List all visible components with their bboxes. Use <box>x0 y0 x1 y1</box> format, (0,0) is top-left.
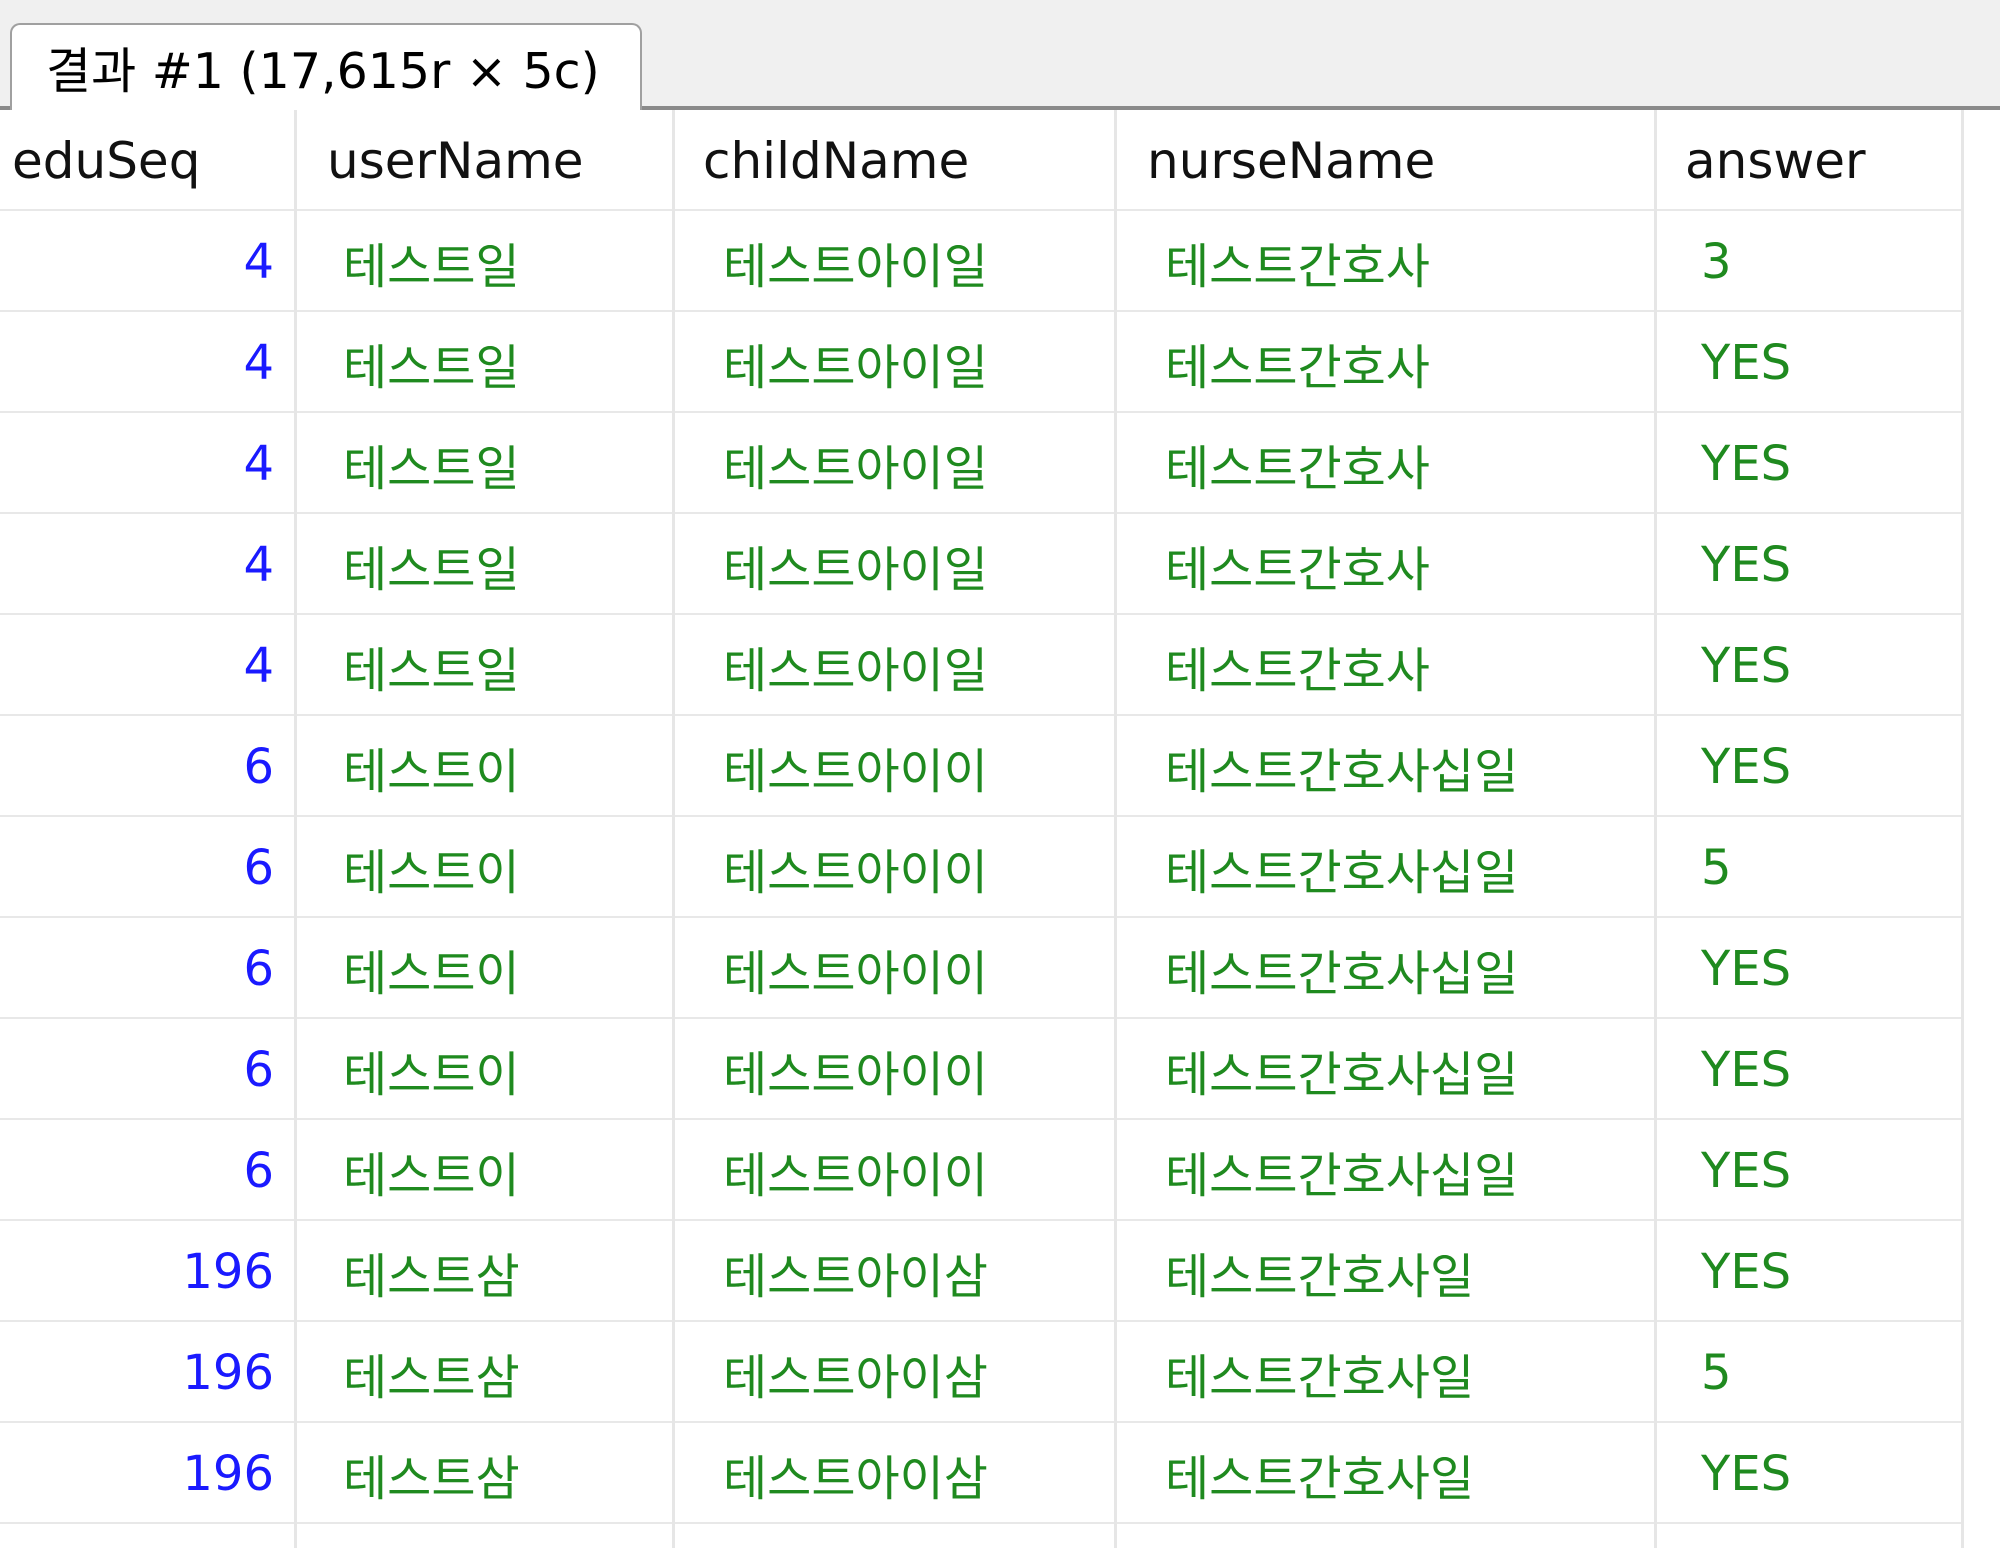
cell-nursename[interactable]: 테스트간호사십일 <box>1117 716 1657 817</box>
cell-username[interactable]: 테스트삼 <box>297 1423 675 1524</box>
cell-answer[interactable]: 5 <box>1657 1322 1964 1423</box>
cell-answer[interactable]: YES <box>1657 615 1964 716</box>
cell-childname[interactable]: 테스트아이일 <box>675 615 1117 716</box>
cell-eduseq[interactable]: 4 <box>0 514 297 615</box>
cell-answer[interactable]: YES <box>1657 1120 1964 1221</box>
cell-childname[interactable]: 테스트아이삼 <box>675 1221 1117 1322</box>
cell-childname[interactable]: 테스트아이일 <box>675 211 1117 312</box>
cell-username[interactable]: 테스트일 <box>297 413 675 514</box>
cell-nursename[interactable]: 테스트간호사 <box>1117 615 1657 716</box>
cell-nursename[interactable]: 테스트간호사 <box>1117 514 1657 615</box>
cell-nursename[interactable]: 테스트간호사십일 <box>1117 817 1657 918</box>
cell-nursename[interactable]: 테스트간호사일 <box>1117 1423 1657 1524</box>
cell-eduseq[interactable]: 6 <box>0 918 297 1019</box>
result-tab[interactable]: 결과 #1 (17,615r × 5c) <box>10 23 642 110</box>
table-row[interactable]: 4 테스트일 테스트아이일 테스트간호사 YES <box>0 514 1964 615</box>
cell-childname[interactable]: 테스트아이일 <box>675 312 1117 413</box>
table-row[interactable]: 196 테스트삼 테스트아이삼 테스트간호사일 YES <box>0 1221 1964 1322</box>
cell-eduseq[interactable]: 196 <box>0 1322 297 1423</box>
header-row: eduSeq userName childName nurseName answ… <box>0 110 1964 211</box>
cell-eduseq[interactable]: 6 <box>0 817 297 918</box>
cell-nursename[interactable]: 테스트간호사십일 <box>1117 1120 1657 1221</box>
table-row[interactable]: 6 테스트이 테스트아이이 테스트간호사십일 YES <box>0 918 1964 1019</box>
cell-eduseq[interactable]: 6 <box>0 1019 297 1120</box>
cell-childname[interactable]: 테스트아이이 <box>675 716 1117 817</box>
table-row[interactable]: 196 테스트삼 테스트아이삼 테스트간호사일 5 <box>0 1322 1964 1423</box>
cell-username[interactable]: 테스트이 <box>297 1019 675 1120</box>
cell-username[interactable]: 테스트이 <box>297 918 675 1019</box>
cell-eduseq[interactable]: 6 <box>0 716 297 817</box>
cell-childname[interactable]: 테스트아이이 <box>675 1019 1117 1120</box>
cell-eduseq[interactable]: 6 <box>0 1120 297 1221</box>
cell-eduseq[interactable]: 4 <box>0 312 297 413</box>
cell-nursename[interactable]: 테스트간호사일 <box>1117 1221 1657 1322</box>
cell-eduseq[interactable]: 4 <box>0 413 297 514</box>
results-grid[interactable]: eduSeq userName childName nurseName answ… <box>0 110 2000 1548</box>
cell-eduseq[interactable] <box>0 1524 297 1548</box>
cell-answer[interactable]: YES <box>1657 1423 1964 1524</box>
cell-childname[interactable]: 테스트아이이 <box>675 817 1117 918</box>
table-row[interactable]: 4 테스트일 테스트아이일 테스트간호사 3 <box>0 211 1964 312</box>
cell-childname[interactable] <box>675 1524 1117 1548</box>
table-row[interactable] <box>0 1524 1964 1548</box>
cell-username[interactable]: 테스트일 <box>297 312 675 413</box>
table-row[interactable]: 6 테스트이 테스트아이이 테스트간호사십일 YES <box>0 1120 1964 1221</box>
table-row[interactable]: 4 테스트일 테스트아이일 테스트간호사 YES <box>0 413 1964 514</box>
column-header-eduseq[interactable]: eduSeq <box>0 110 297 211</box>
table-row[interactable]: 6 테스트이 테스트아이이 테스트간호사십일 YES <box>0 1019 1964 1120</box>
column-header-nursename[interactable]: nurseName <box>1117 110 1657 211</box>
cell-nursename[interactable]: 테스트간호사 <box>1117 312 1657 413</box>
table-row[interactable]: 6 테스트이 테스트아이이 테스트간호사십일 5 <box>0 817 1964 918</box>
table-row[interactable]: 196 테스트삼 테스트아이삼 테스트간호사일 YES <box>0 1423 1964 1524</box>
cell-childname[interactable]: 테스트아이삼 <box>675 1423 1117 1524</box>
cell-nursename[interactable]: 테스트간호사일 <box>1117 1322 1657 1423</box>
cell-answer[interactable]: YES <box>1657 918 1964 1019</box>
cell-childname[interactable]: 테스트아이이 <box>675 1120 1117 1221</box>
cell-answer[interactable]: YES <box>1657 413 1964 514</box>
cell-eduseq[interactable]: 4 <box>0 211 297 312</box>
table-row[interactable]: 4 테스트일 테스트아이일 테스트간호사 YES <box>0 615 1964 716</box>
cell-answer[interactable]: YES <box>1657 514 1964 615</box>
cell-childname[interactable]: 테스트아이일 <box>675 413 1117 514</box>
result-tabstrip: 결과 #1 (17,615r × 5c) <box>0 0 2000 110</box>
cell-answer[interactable] <box>1657 1524 1964 1548</box>
cell-childname[interactable]: 테스트아이이 <box>675 918 1117 1019</box>
cell-nursename[interactable]: 테스트간호사십일 <box>1117 918 1657 1019</box>
cell-username[interactable] <box>297 1524 675 1548</box>
cell-username[interactable]: 테스트이 <box>297 1120 675 1221</box>
column-header-childname[interactable]: childName <box>675 110 1117 211</box>
column-header-username[interactable]: userName <box>297 110 675 211</box>
cell-answer[interactable]: 5 <box>1657 817 1964 918</box>
cell-childname[interactable]: 테스트아이일 <box>675 514 1117 615</box>
cell-eduseq[interactable]: 196 <box>0 1221 297 1322</box>
table-row[interactable]: 6 테스트이 테스트아이이 테스트간호사십일 YES <box>0 716 1964 817</box>
cell-nursename[interactable]: 테스트간호사 <box>1117 211 1657 312</box>
cell-answer[interactable]: YES <box>1657 312 1964 413</box>
cell-answer[interactable]: 3 <box>1657 211 1964 312</box>
cell-username[interactable]: 테스트이 <box>297 716 675 817</box>
cell-username[interactable]: 테스트삼 <box>297 1221 675 1322</box>
cell-childname[interactable]: 테스트아이삼 <box>675 1322 1117 1423</box>
cell-nursename[interactable]: 테스트간호사 <box>1117 413 1657 514</box>
table-row[interactable]: 4 테스트일 테스트아이일 테스트간호사 YES <box>0 312 1964 413</box>
cell-answer[interactable]: YES <box>1657 1019 1964 1120</box>
cell-username[interactable]: 테스트일 <box>297 615 675 716</box>
cell-answer[interactable]: YES <box>1657 716 1964 817</box>
cell-username[interactable]: 테스트일 <box>297 514 675 615</box>
cell-username[interactable]: 테스트일 <box>297 211 675 312</box>
cell-username[interactable]: 테스트이 <box>297 817 675 918</box>
cell-eduseq[interactable]: 196 <box>0 1423 297 1524</box>
cell-nursename[interactable]: 테스트간호사십일 <box>1117 1019 1657 1120</box>
cell-nursename[interactable] <box>1117 1524 1657 1548</box>
cell-answer[interactable]: YES <box>1657 1221 1964 1322</box>
cell-username[interactable]: 테스트삼 <box>297 1322 675 1423</box>
cell-eduseq[interactable]: 4 <box>0 615 297 716</box>
result-tab-label: 결과 #1 (17,615r × 5c) <box>46 43 600 100</box>
column-header-answer[interactable]: answer <box>1657 110 1964 211</box>
